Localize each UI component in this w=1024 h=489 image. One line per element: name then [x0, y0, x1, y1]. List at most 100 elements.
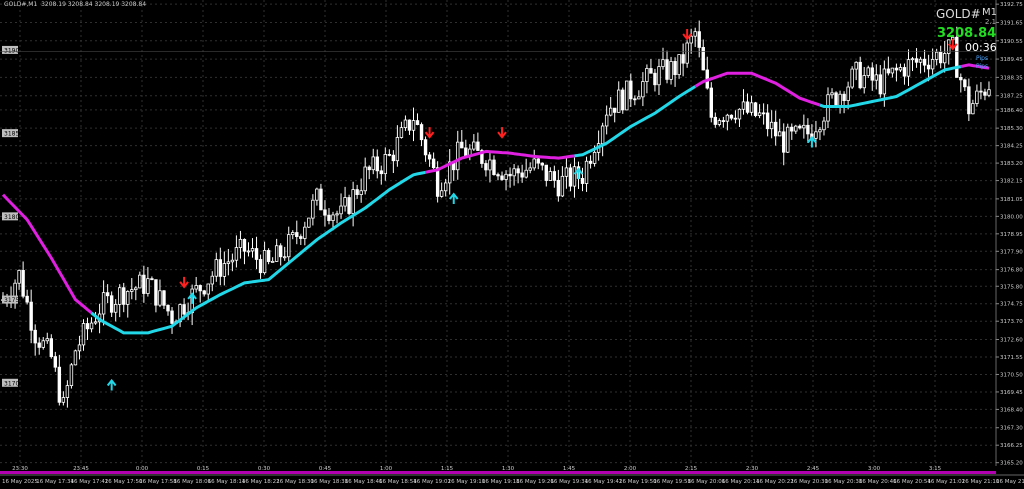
- candle-body: [118, 287, 122, 305]
- time-tick-label: 16 May 19:02: [413, 479, 451, 485]
- candle-body: [778, 131, 782, 137]
- candle-body: [870, 67, 874, 81]
- candle-body: [697, 31, 701, 48]
- candle-body: [689, 35, 693, 44]
- price-chart[interactable]: 3190 3185 3180 3175 3170 3192.75 3191.65 3190.…: [0, 0, 1024, 489]
- candle-body: [886, 68, 891, 74]
- candle-body: [331, 214, 335, 221]
- candle-body: [794, 125, 798, 132]
- session-time-label: 0:45: [319, 466, 332, 472]
- candle-body: [383, 154, 388, 175]
- candle-body: [105, 292, 110, 297]
- candle-body: [443, 182, 448, 192]
- candle-body: [786, 126, 790, 153]
- candle-body: [862, 75, 866, 89]
- candle-body: [890, 67, 895, 74]
- candle-body: [371, 156, 375, 171]
- candle-body: [866, 67, 870, 76]
- candle-body: [311, 199, 315, 219]
- pips-label-2: Pips: [976, 63, 989, 70]
- candle-body: [130, 289, 134, 292]
- candle-body: [65, 385, 70, 398]
- candle-body: [850, 68, 854, 88]
- candle-body: [266, 250, 271, 262]
- time-tick-label: 16 May 20:46: [859, 479, 897, 485]
- candle-body: [198, 285, 202, 292]
- candle-body: [600, 125, 605, 144]
- candle-body: [677, 54, 681, 76]
- candle-body: [61, 397, 66, 403]
- session-time-label: 23:45: [73, 466, 89, 472]
- candle-body: [423, 139, 428, 156]
- candle-body: [327, 214, 331, 221]
- time-tick-label: 16 May 21:10: [962, 479, 1000, 485]
- candle-body: [351, 189, 355, 214]
- candle-body: [315, 188, 319, 201]
- session-time-label: 1:30: [502, 466, 515, 472]
- candle-body: [250, 248, 255, 252]
- level-label-text: 3175: [4, 297, 19, 304]
- time-tick-label: 16 May 19:26: [516, 479, 554, 485]
- candle-body: [33, 329, 37, 344]
- candle-body: [45, 338, 49, 342]
- candle-body: [81, 323, 86, 346]
- candle-body: [407, 119, 412, 131]
- candle-body: [89, 322, 94, 330]
- price-tick-label: 3186.40: [1000, 108, 1023, 114]
- candle-body: [584, 160, 589, 184]
- candle-body: [21, 270, 25, 297]
- candle-body: [242, 238, 247, 252]
- candle-body: [645, 68, 649, 82]
- chart-background: [0, 0, 1024, 489]
- session-time-label: 0:30: [258, 466, 271, 472]
- candle-body: [709, 87, 713, 118]
- candle-body: [633, 98, 637, 101]
- candle-body: [391, 154, 396, 162]
- candle-body: [488, 159, 492, 171]
- candle-body: [222, 263, 227, 277]
- candle-body: [230, 259, 235, 263]
- time-tick-label: 16 May 19:10: [448, 479, 486, 485]
- time-tick-label: 16 May 21:18: [996, 479, 1024, 485]
- candle-body: [41, 340, 45, 348]
- candle-body: [532, 158, 536, 169]
- candle-body: [142, 274, 146, 294]
- candle-body: [53, 356, 58, 368]
- candle-body: [254, 248, 259, 260]
- level-label-text: 3190: [4, 47, 19, 54]
- time-tick-label: 16 May 18:46: [345, 479, 383, 485]
- candle-body: [206, 283, 210, 295]
- chart-header: GOLD#,M1 3208.19 3208.84 3208.19 3208.84: [4, 1, 147, 8]
- candle-body: [109, 295, 114, 313]
- candle-body: [17, 270, 21, 284]
- candle-body: [673, 61, 677, 76]
- candle-body: [122, 287, 126, 305]
- candle-body: [528, 167, 532, 171]
- candle-body: [291, 232, 295, 236]
- candle-body: [399, 127, 404, 138]
- price-tick-label: 3177.90: [1000, 249, 1023, 255]
- price-tick-label: 3191.65: [1000, 20, 1023, 26]
- candle-body: [476, 141, 480, 151]
- candle-body: [93, 321, 98, 324]
- timeframe-sub-label: 2.1: [985, 18, 997, 26]
- candle-body: [967, 86, 971, 115]
- candle-body: [460, 141, 464, 149]
- candle-body: [617, 89, 621, 113]
- candle-body: [548, 171, 553, 181]
- candle-body: [524, 169, 528, 178]
- candle-body: [858, 61, 862, 89]
- candle-body: [894, 67, 899, 71]
- candle-body: [101, 292, 106, 315]
- candle-body: [57, 366, 62, 403]
- candle-body: [943, 53, 947, 64]
- price-tick-label: 3167.30: [1000, 426, 1023, 432]
- price-tick-label: 3168.40: [1000, 407, 1023, 413]
- candle-body: [745, 101, 750, 113]
- time-tick-label: 16 May 19:58: [653, 479, 691, 485]
- time-tick-label: 16 May 20:06: [688, 479, 726, 485]
- price-tick-label: 3185.30: [1000, 126, 1023, 132]
- candle-body: [782, 131, 786, 153]
- candle-body: [367, 166, 371, 171]
- candle-body: [790, 126, 794, 132]
